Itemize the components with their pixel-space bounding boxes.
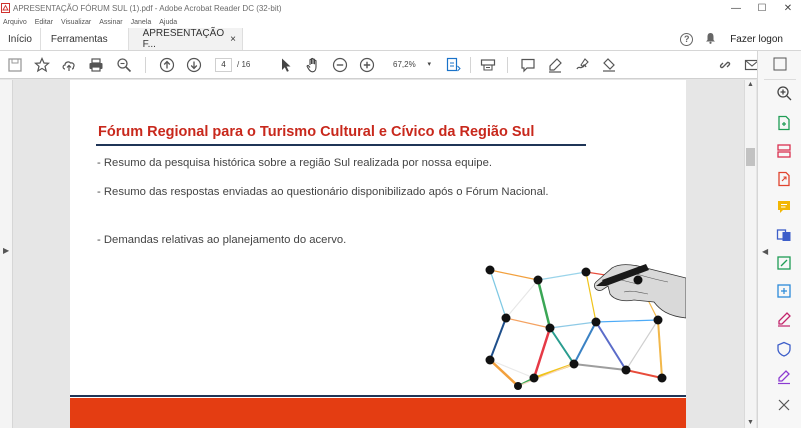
- stamp-icon[interactable]: [600, 56, 618, 74]
- menu-janela[interactable]: Janela: [131, 19, 152, 26]
- cursor-icon[interactable]: [277, 56, 295, 74]
- chevron-down-icon: ▾: [427, 61, 431, 68]
- menu-visualizar[interactable]: Visualizar: [61, 19, 91, 26]
- link-icon[interactable]: [716, 56, 734, 74]
- protect-icon[interactable]: [776, 341, 792, 357]
- zoom-tool-icon[interactable]: [776, 85, 792, 101]
- login-button[interactable]: Fazer logon: [730, 34, 783, 45]
- network-hand-illustration: [485, 264, 686, 390]
- page-up-icon[interactable]: [158, 56, 176, 74]
- menu-assinar[interactable]: Assinar: [99, 19, 122, 26]
- tab-bar: Início Ferramentas APRESENTAÇÃO F... × ?…: [0, 28, 801, 51]
- vertical-scrollbar[interactable]: ▲ ▼: [744, 80, 756, 428]
- scroll-up-icon[interactable]: ▲: [747, 81, 754, 88]
- window-title: APRESENTAÇÃO FÓRUM SUL (1).pdf - Adobe A…: [13, 3, 282, 13]
- footer-band: [70, 398, 686, 428]
- comment-tool-icon[interactable]: [776, 199, 792, 215]
- tab-document-label: APRESENTAÇÃO F...: [142, 28, 225, 50]
- menu-arquivo[interactable]: Arquivo: [3, 19, 27, 26]
- fit-page-icon[interactable]: [444, 56, 462, 74]
- menu-ajuda[interactable]: Ajuda: [159, 19, 177, 26]
- tab-tools[interactable]: Ferramentas: [41, 28, 129, 50]
- star-icon[interactable]: [33, 56, 51, 74]
- hand-icon[interactable]: [304, 56, 322, 74]
- highlight-icon[interactable]: [546, 56, 564, 74]
- footer-rule: [70, 395, 686, 397]
- print-icon[interactable]: [87, 56, 105, 74]
- close-window-button[interactable]: ✕: [775, 3, 801, 14]
- more-options-icon[interactable]: [773, 57, 787, 76]
- zoom-out-icon[interactable]: [331, 56, 349, 74]
- main-toolbar: 4 / 16 67,2% ▾: [0, 51, 801, 79]
- document-view[interactable]: Fórum Regional para o Turismo Cultural e…: [13, 80, 744, 428]
- tab-home[interactable]: Início: [0, 28, 41, 50]
- expand-left-pane-icon[interactable]: ▶: [3, 246, 9, 255]
- maximize-button[interactable]: ☐: [749, 3, 775, 14]
- scan-ocr-icon[interactable]: [776, 283, 792, 299]
- menu-bar: Arquivo Editar Visualizar Assinar Janela…: [0, 16, 801, 28]
- menu-editar[interactable]: Editar: [35, 19, 53, 26]
- create-pdf-icon[interactable]: [776, 115, 792, 131]
- minimize-button[interactable]: —: [723, 3, 749, 14]
- slide-title: Fórum Regional para o Turismo Cultural e…: [98, 124, 535, 140]
- scan-icon[interactable]: [479, 56, 497, 74]
- title-underline: [96, 144, 586, 146]
- bullet-item: - Resumo das respostas enviadas ao quest…: [97, 186, 549, 198]
- right-tools-pane: ◀: [757, 51, 801, 428]
- fill-sign-icon[interactable]: [776, 311, 792, 327]
- more-tools-pane-icon[interactable]: [776, 397, 792, 413]
- scroll-down-icon[interactable]: ▼: [747, 419, 754, 426]
- bell-icon[interactable]: [705, 32, 716, 47]
- pdf-page: Fórum Regional para o Turismo Cultural e…: [70, 80, 686, 428]
- search-zoom-icon[interactable]: [115, 56, 133, 74]
- organize-pages-icon[interactable]: [776, 143, 792, 159]
- header-actions: ? Fazer logon: [680, 28, 801, 50]
- tab-document[interactable]: APRESENTAÇÃO F... ×: [128, 28, 243, 50]
- page-down-icon[interactable]: [185, 56, 203, 74]
- bullet-item: - Resumo da pesquisa histórica sobre a r…: [97, 157, 492, 169]
- left-navigation-pane: ▶: [0, 80, 13, 428]
- page-number-input[interactable]: 4: [215, 58, 232, 72]
- edit-pdf-icon[interactable]: [776, 255, 792, 271]
- export-pdf-icon[interactable]: [776, 171, 792, 187]
- collapse-right-pane-icon[interactable]: ◀: [762, 247, 768, 256]
- zoom-level-dropdown[interactable]: 67,2% ▾: [388, 58, 434, 72]
- comment-icon[interactable]: [519, 56, 537, 74]
- combine-files-icon[interactable]: [776, 227, 792, 243]
- page-total: / 16: [237, 60, 251, 69]
- zoom-level-value: 67,2%: [393, 60, 416, 69]
- cloud-upload-icon[interactable]: [60, 56, 78, 74]
- pdf-icon: [1, 3, 10, 13]
- save-icon[interactable]: [6, 56, 24, 74]
- bullet-item: - Demandas relativas ao planejamento do …: [97, 234, 347, 246]
- send-for-signature-icon[interactable]: [776, 369, 792, 385]
- help-icon[interactable]: ?: [680, 32, 694, 46]
- scrollbar-thumb[interactable]: [746, 148, 755, 166]
- window-titlebar: APRESENTAÇÃO FÓRUM SUL (1).pdf - Adobe A…: [0, 0, 801, 16]
- draw-icon[interactable]: [573, 56, 591, 74]
- zoom-in-icon[interactable]: [358, 56, 376, 74]
- close-tab-icon[interactable]: ×: [230, 34, 236, 45]
